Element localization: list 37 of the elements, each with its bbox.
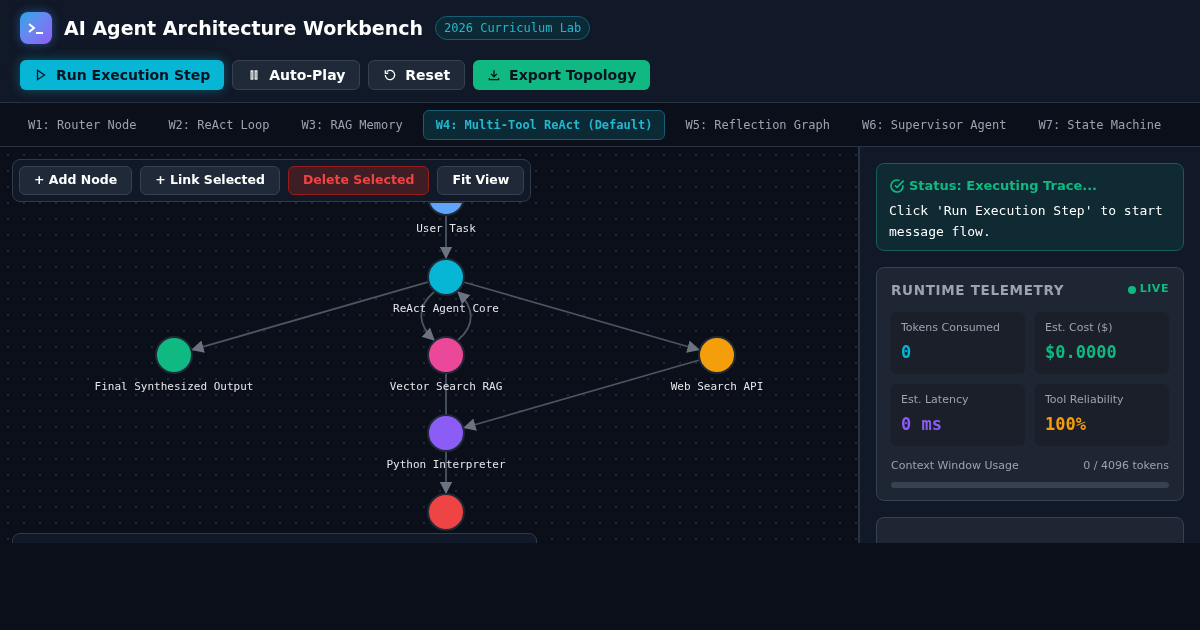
context-reading: 0 / 4096 tokens	[1083, 457, 1169, 474]
node-label: Final Synthesized Output	[94, 380, 254, 393]
node-label: User Task	[416, 222, 476, 235]
canvas-button[interactable]: + Add Node	[19, 166, 133, 195]
canvas-button[interactable]: Delete Selected	[287, 166, 430, 195]
workflow-tab[interactable]: W5: Reflection Graph	[673, 109, 842, 140]
app-title: AI Agent Architecture Workbench	[64, 15, 424, 41]
telemetry-title: RUNTIME TELEMETRY	[891, 280, 1065, 300]
metric-value: 0 ms	[901, 413, 943, 437]
workflow-tab[interactable]: W2: ReAct Loop	[156, 109, 282, 140]
metric-value: 100%	[1045, 413, 1087, 437]
node-label: ReAct Agent Core	[393, 302, 499, 315]
workflow-tab[interactable]: W7: State Machine	[1026, 109, 1174, 140]
workflow-tab[interactable]: W3: RAG Memory	[289, 109, 415, 140]
toolbar-button[interactable]: Run Execution Step	[20, 60, 225, 90]
node-label: Python Interpreter	[386, 458, 506, 471]
status-message: Click 'Run Execution Step' to start message flow.	[889, 201, 1164, 241]
node-label: Web Search API	[670, 380, 764, 393]
toolbar-button[interactable]: Auto-Play	[232, 60, 361, 90]
toolbar-button[interactable]: Export Topology	[473, 60, 651, 90]
metric-value: 0	[901, 341, 913, 365]
metric-label: Est. Latency	[901, 391, 970, 408]
status-title: Status: Executing Trace...	[909, 177, 1098, 195]
metric-label: Tool Reliability	[1045, 391, 1125, 408]
workflow-tab[interactable]: W4: Multi-Tool ReAct (Default)	[422, 109, 666, 140]
workflow-tab[interactable]: W1: Router Node	[16, 109, 149, 140]
workflow-tab[interactable]: W6: Supervisor Agent	[849, 109, 1019, 140]
canvas-button[interactable]: + Link Selected	[140, 166, 280, 195]
metric-label: Est. Cost ($)	[1045, 319, 1114, 336]
live-indicator: LIVE	[1139, 281, 1169, 298]
context-label: Context Window Usage	[891, 457, 1019, 474]
metric-value: $0.0000	[1045, 341, 1118, 365]
metric-label: Tokens Consumed	[901, 319, 1002, 336]
version-badge: 2026 Curriculum Lab	[435, 16, 591, 40]
node-label: Vector Search RAG	[389, 380, 503, 393]
canvas-button[interactable]: Fit View	[437, 166, 525, 195]
toolbar-button[interactable]: Reset	[368, 60, 466, 90]
